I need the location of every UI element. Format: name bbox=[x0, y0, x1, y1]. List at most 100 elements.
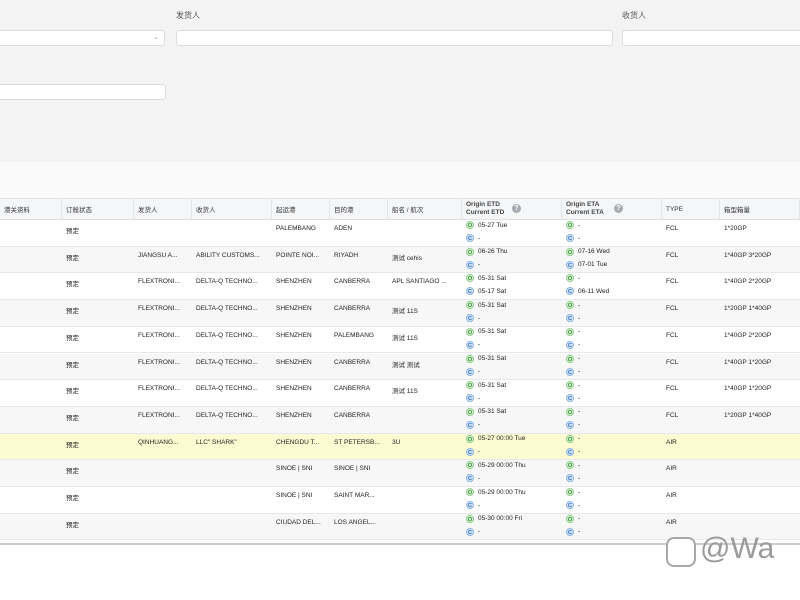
table-row[interactable]: 预定 QINHUANG... LLC" SHARK" CHENGDU T... ST P… bbox=[0, 433, 800, 461]
current-eta-header: Current ETA bbox=[566, 209, 604, 216]
origin-etd-line: O 05-31 Sat bbox=[466, 407, 507, 416]
current-eta-value: 06-11 Wed bbox=[578, 287, 610, 295]
current-eta-value: - bbox=[578, 474, 581, 482]
help-icon[interactable]: ? bbox=[614, 204, 623, 213]
origin-etd-line: O 05-31 Sat bbox=[466, 327, 506, 336]
origin-etd-value: 05-31 Sat bbox=[478, 408, 507, 416]
current-etd-value: - bbox=[478, 501, 481, 509]
current-badge-icon: C bbox=[566, 314, 574, 323]
col-pol[interactable]: 起运港 bbox=[272, 199, 330, 219]
current-etd-value: - bbox=[478, 448, 481, 456]
cell-shipper: FLEXTRONI... bbox=[138, 411, 180, 419]
cell-pol: CIUDAD DEL... bbox=[276, 518, 321, 526]
col-type[interactable]: TYPE bbox=[662, 199, 720, 219]
origin-badge-icon: O bbox=[566, 221, 574, 229]
current-etd-line: C- bbox=[466, 367, 481, 376]
cell-etd: O 05-31 Sat C - bbox=[466, 407, 562, 433]
shipper-input[interactable] bbox=[176, 30, 613, 46]
current-etd-line: C- bbox=[466, 527, 480, 536]
origin-eta-line: O- bbox=[566, 434, 580, 443]
current-badge-icon: C bbox=[466, 287, 474, 296]
table-row[interactable]: 预定 FLEXTRONI... DELTA-Q TECHNO... SHENZHEN C… bbox=[0, 353, 800, 381]
origin-etd-value: 05-31 Sat bbox=[478, 355, 507, 362]
help-icon[interactable]: ? bbox=[512, 204, 521, 213]
current-badge-icon: C bbox=[566, 260, 574, 269]
table-row[interactable]: 预定 FLEXTRONI... DELTA-Q TECHNO... SHENZHEN C… bbox=[0, 380, 800, 407]
col-etd[interactable]: Origin ETD Current ETD ? bbox=[462, 199, 562, 219]
cell-eta: O - C 06-11 Wed bbox=[566, 273, 662, 299]
cell-consignee: ABILITY CUSTOMS... bbox=[196, 251, 260, 259]
origin-badge-icon: O bbox=[466, 407, 474, 416]
cell-pod: CANBERRA bbox=[334, 358, 371, 366]
col-eta[interactable]: Origin ETA Current ETA ? bbox=[562, 199, 662, 219]
col-container-qty[interactable]: 箱型箱量 bbox=[720, 199, 800, 219]
col-booking-status[interactable]: 订舱状态 bbox=[62, 199, 134, 219]
current-etd-header: Current ETD bbox=[466, 209, 505, 216]
origin-eta-line: O- bbox=[566, 221, 580, 229]
current-etd-value: - bbox=[478, 234, 481, 242]
cell-pol: SHENZHEN bbox=[276, 331, 312, 339]
origin-etd-line: O 05-31 Sat bbox=[466, 274, 507, 283]
current-badge-icon: C bbox=[466, 474, 474, 483]
table-row[interactable]: 预定 FLEXTRONI... DELTA-Q TECHNO... SHENZHEN P… bbox=[0, 327, 800, 354]
current-etd-line: C- bbox=[466, 474, 480, 483]
extra-filter-input[interactable] bbox=[0, 84, 166, 100]
cell-vessel: 测试 11S bbox=[392, 334, 418, 342]
cell-etd: O 05-31 Sat C - bbox=[466, 327, 562, 353]
cell-vessel: 测试 cehis bbox=[392, 254, 422, 262]
cell-eta: O-C- bbox=[566, 460, 662, 486]
cell-type: FCL bbox=[666, 331, 679, 339]
origin-etd-value: 05-30 00:00 Fri bbox=[478, 515, 523, 523]
cell-status: 预定 bbox=[66, 254, 79, 262]
table-row[interactable]: 预定 PALEMBANG ADEN FCL 1*20GP O 05-27 Tue C - O - C - bbox=[0, 220, 800, 247]
table-row[interactable]: 预定 FLEXTRONI... DELTA-Q TECHNO... SHENZHEN C… bbox=[0, 273, 800, 301]
consignee-filter-label: 收货人 bbox=[622, 11, 646, 20]
origin-eta-line: O- bbox=[566, 514, 580, 523]
origin-eta-value: - bbox=[578, 408, 581, 416]
cell-pol: PALEMBANG bbox=[276, 225, 316, 232]
current-etd-value: - bbox=[478, 368, 481, 375]
table-row[interactable]: 预定 SINOE | SNI SINOE | SNI AIR O 05-29 00:00 … bbox=[0, 460, 800, 487]
col-pod[interactable]: 目的港 bbox=[330, 199, 388, 219]
current-badge-icon: C bbox=[466, 394, 474, 403]
table-header: 港关资料 订舱状态 发货人 收货人 起运港 目的港 船名 / 航次 Origin… bbox=[0, 199, 800, 220]
table-row[interactable]: 预定 FLEXTRONI... DELTA-Q TECHNO... SHENZHEN C… bbox=[0, 406, 800, 434]
cell-status: 预定 bbox=[66, 308, 79, 316]
cell-container-qty: 1*20GP bbox=[724, 225, 747, 232]
origin-badge-icon: O bbox=[466, 274, 474, 283]
origin-badge-icon: O bbox=[466, 434, 474, 443]
cell-eta: O-C- bbox=[566, 300, 662, 326]
watermark-logo-icon bbox=[666, 537, 696, 567]
current-etd-line: C- bbox=[466, 340, 480, 349]
origin-etd-value: 05-27 Tue bbox=[478, 221, 508, 229]
table-row[interactable]: 预定 JIANGSU A... ABILITY CUSTOMS... POINTE N… bbox=[0, 246, 800, 274]
origin-eta-value: - bbox=[578, 488, 581, 496]
table-row[interactable]: 预定 FLEXTRONI... DELTA-Q TECHNO... SHENZHEN C… bbox=[0, 300, 800, 327]
origin-badge-icon: O bbox=[466, 381, 474, 390]
col-customs-docs[interactable]: 港关资料 bbox=[0, 199, 62, 219]
cell-eta: O- C- bbox=[566, 514, 662, 540]
origin-etd-value: 05-31 Sat bbox=[478, 274, 507, 282]
origin-eta-line: O- bbox=[566, 461, 580, 470]
consignee-input[interactable] bbox=[622, 30, 800, 46]
current-etd-value: - bbox=[478, 314, 481, 322]
cell-etd: O 05-30 00:00 Fri C - bbox=[466, 514, 562, 540]
table-row[interactable]: 预定 SINOE | SNI SAINT MAR... AIR O 05-29 00:00… bbox=[0, 487, 800, 514]
cell-status: 预定 bbox=[66, 414, 79, 422]
cell-status: 预定 bbox=[66, 495, 79, 502]
current-eta-line: C- bbox=[566, 234, 580, 242]
origin-badge-icon: O bbox=[566, 381, 574, 390]
status-select[interactable]: ⌄ bbox=[0, 30, 165, 46]
col-shipper[interactable]: 发货人 bbox=[134, 199, 192, 219]
current-badge-icon: C bbox=[466, 367, 474, 376]
current-eta-value: - bbox=[578, 394, 581, 402]
col-vessel-voyage[interactable]: 船名 / 航次 bbox=[388, 199, 462, 219]
origin-eta-line: O- bbox=[566, 407, 581, 416]
current-badge-icon: C bbox=[566, 501, 574, 509]
origin-etd-line: O 05-29 00:00 Thu bbox=[466, 488, 526, 496]
current-eta-line: C- bbox=[566, 527, 580, 536]
origin-etd-value: 05-29 00:00 Thu bbox=[478, 461, 526, 469]
origin-badge-icon: O bbox=[466, 327, 474, 336]
col-consignee[interactable]: 收货人 bbox=[192, 199, 272, 219]
current-badge-icon: C bbox=[466, 340, 474, 349]
